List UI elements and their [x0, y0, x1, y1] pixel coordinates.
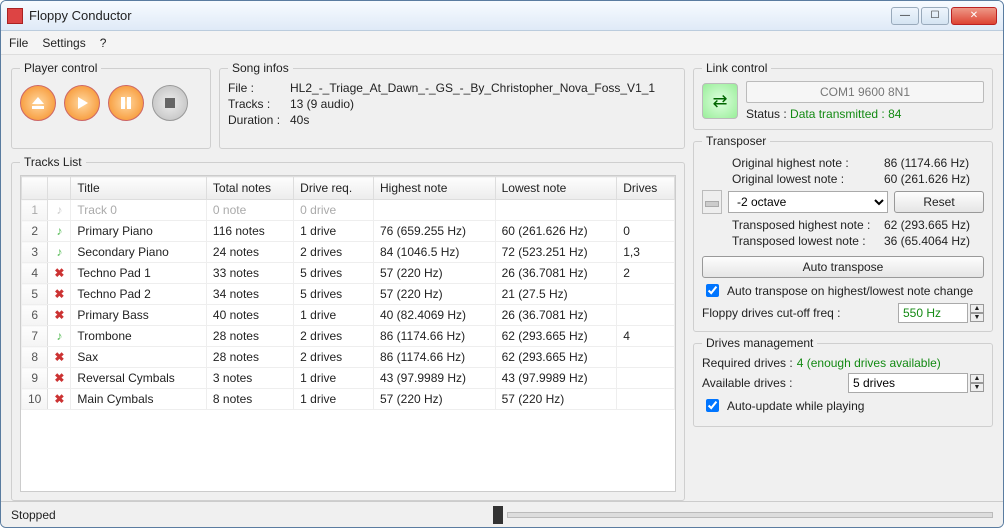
table-row[interactable]: 2♪Primary Piano116 notes1 drive76 (659.2…: [22, 221, 675, 242]
file-label: File :: [228, 81, 290, 95]
progress-slider[interactable]: [493, 506, 993, 524]
octave-select[interactable]: -2 octave: [728, 191, 888, 213]
note-icon: ♪: [56, 245, 62, 259]
pause-button[interactable]: [108, 85, 144, 121]
auto-transpose-button[interactable]: Auto transpose: [702, 256, 984, 278]
col-title[interactable]: Title: [71, 177, 207, 200]
orig-low-label: Original lowest note :: [732, 172, 844, 186]
note-icon: ♪: [56, 224, 62, 238]
app-icon: [7, 8, 23, 24]
progress-handle[interactable]: [493, 506, 503, 524]
cutoff-label: Floppy drives cut-off freq :: [702, 306, 841, 320]
avail-drives-input[interactable]: [848, 373, 968, 393]
songinfos-legend: Song infos: [228, 61, 293, 75]
transpose-slider[interactable]: [702, 190, 722, 214]
mute-icon: ✖: [54, 287, 64, 301]
table-row[interactable]: 8✖Sax28 notes2 drives86 (1174.66 Hz)62 (…: [22, 347, 675, 368]
player-control-group: Player control: [11, 61, 211, 149]
window-frame: Floppy Conductor — ☐ ✕ File Settings ? P…: [0, 0, 1004, 528]
table-row[interactable]: 6✖Primary Bass40 notes1 drive40 (82.4069…: [22, 305, 675, 326]
song-infos-group: Song infos File :HL2_-_Triage_At_Dawn_-_…: [219, 61, 685, 149]
eject-button[interactable]: [20, 85, 56, 121]
player-legend: Player control: [20, 61, 101, 75]
duration-label: Duration :: [228, 113, 290, 127]
statusbar: Stopped: [1, 501, 1003, 527]
play-button[interactable]: [64, 85, 100, 121]
trans-low-label: Transposed lowest note :: [732, 234, 866, 248]
trans-low-value: 36 (65.4064 Hz): [884, 234, 984, 248]
drives-legend: Drives management: [702, 336, 817, 350]
minimize-button[interactable]: —: [891, 7, 919, 25]
req-drives-label: Required drives :: [702, 356, 793, 370]
auto-transpose-checkbox[interactable]: Auto transpose on highest/lowest note ch…: [702, 281, 984, 300]
file-value: HL2_-_Triage_At_Dawn_-_GS_-_By_Christoph…: [290, 81, 676, 95]
progress-track[interactable]: [507, 512, 993, 518]
status-label: Status :: [746, 107, 787, 121]
avail-up[interactable]: ▲: [970, 374, 984, 383]
maximize-button[interactable]: ☐: [921, 7, 949, 25]
trans-high-value: 62 (293.665 Hz): [884, 218, 984, 232]
table-row[interactable]: 5✖Techno Pad 234 notes5 drives57 (220 Hz…: [22, 284, 675, 305]
tracks-legend: Tracks List: [20, 155, 86, 169]
close-button[interactable]: ✕: [951, 7, 997, 25]
stop-button[interactable]: [152, 85, 188, 121]
trans-high-label: Transposed highest note :: [732, 218, 870, 232]
col-low[interactable]: Lowest note: [495, 177, 617, 200]
orig-high-label: Original highest note :: [732, 156, 849, 170]
mute-icon: ✖: [54, 392, 64, 406]
cutoff-down[interactable]: ▼: [970, 313, 984, 322]
tracks-label: Tracks :: [228, 97, 290, 111]
col-drivereq[interactable]: Drive req.: [294, 177, 374, 200]
col-total[interactable]: Total notes: [206, 177, 293, 200]
status-value: Data transmitted : 84: [790, 107, 901, 121]
orig-high-value: 86 (1174.66 Hz): [884, 156, 984, 170]
tracks-table[interactable]: Title Total notes Drive req. Highest not…: [20, 175, 676, 492]
menu-help[interactable]: ?: [100, 36, 107, 50]
menubar: File Settings ?: [1, 31, 1003, 55]
window-title: Floppy Conductor: [29, 8, 891, 23]
note-icon: ♪: [56, 329, 62, 343]
auto-update-checkbox[interactable]: Auto-update while playing: [702, 396, 984, 415]
status-text: Stopped: [11, 508, 56, 522]
cutoff-up[interactable]: ▲: [970, 304, 984, 313]
mute-icon: ✖: [54, 266, 64, 280]
req-drives-value: 4 (enough drives available): [797, 356, 941, 370]
duration-value: 40s: [290, 113, 676, 127]
table-row[interactable]: 7♪Trombone28 notes2 drives86 (1174.66 Hz…: [22, 326, 675, 347]
titlebar[interactable]: Floppy Conductor — ☐ ✕: [1, 1, 1003, 31]
mute-icon: ✖: [54, 371, 64, 385]
col-high[interactable]: Highest note: [373, 177, 495, 200]
reset-button[interactable]: Reset: [894, 191, 984, 213]
note-icon: ♪: [56, 203, 62, 217]
transposer-legend: Transposer: [702, 134, 770, 148]
table-row[interactable]: 1♪Track 00 note0 drive: [22, 200, 675, 221]
link-legend: Link control: [702, 61, 771, 75]
table-row[interactable]: 9✖Reversal Cymbals3 notes1 drive43 (97.9…: [22, 368, 675, 389]
col-drives[interactable]: Drives: [617, 177, 675, 200]
mute-icon: ✖: [54, 350, 64, 364]
drives-group: Drives management Required drives : 4 (e…: [693, 336, 993, 427]
table-row[interactable]: 10✖Main Cymbals8 notes1 drive57 (220 Hz)…: [22, 389, 675, 410]
avail-down[interactable]: ▼: [970, 383, 984, 392]
table-row[interactable]: 4✖Techno Pad 133 notes5 drives57 (220 Hz…: [22, 263, 675, 284]
menu-settings[interactable]: Settings: [42, 36, 85, 50]
table-row[interactable]: 3♪Secondary Piano24 notes2 drives84 (104…: [22, 242, 675, 263]
cutoff-input[interactable]: [898, 303, 968, 323]
tracks-value: 13 (9 audio): [290, 97, 676, 111]
link-control-group: Link control ⇄ COM1 9600 8N1 Status : Da…: [693, 61, 993, 130]
link-icon[interactable]: ⇄: [702, 83, 738, 119]
menu-file[interactable]: File: [9, 36, 28, 50]
transposer-group: Transposer Original highest note : 86 (11…: [693, 134, 993, 332]
orig-low-value: 60 (261.626 Hz): [884, 172, 984, 186]
mute-icon: ✖: [54, 308, 64, 322]
avail-drives-label: Available drives :: [702, 376, 793, 390]
com-port-display[interactable]: COM1 9600 8N1: [746, 81, 984, 103]
